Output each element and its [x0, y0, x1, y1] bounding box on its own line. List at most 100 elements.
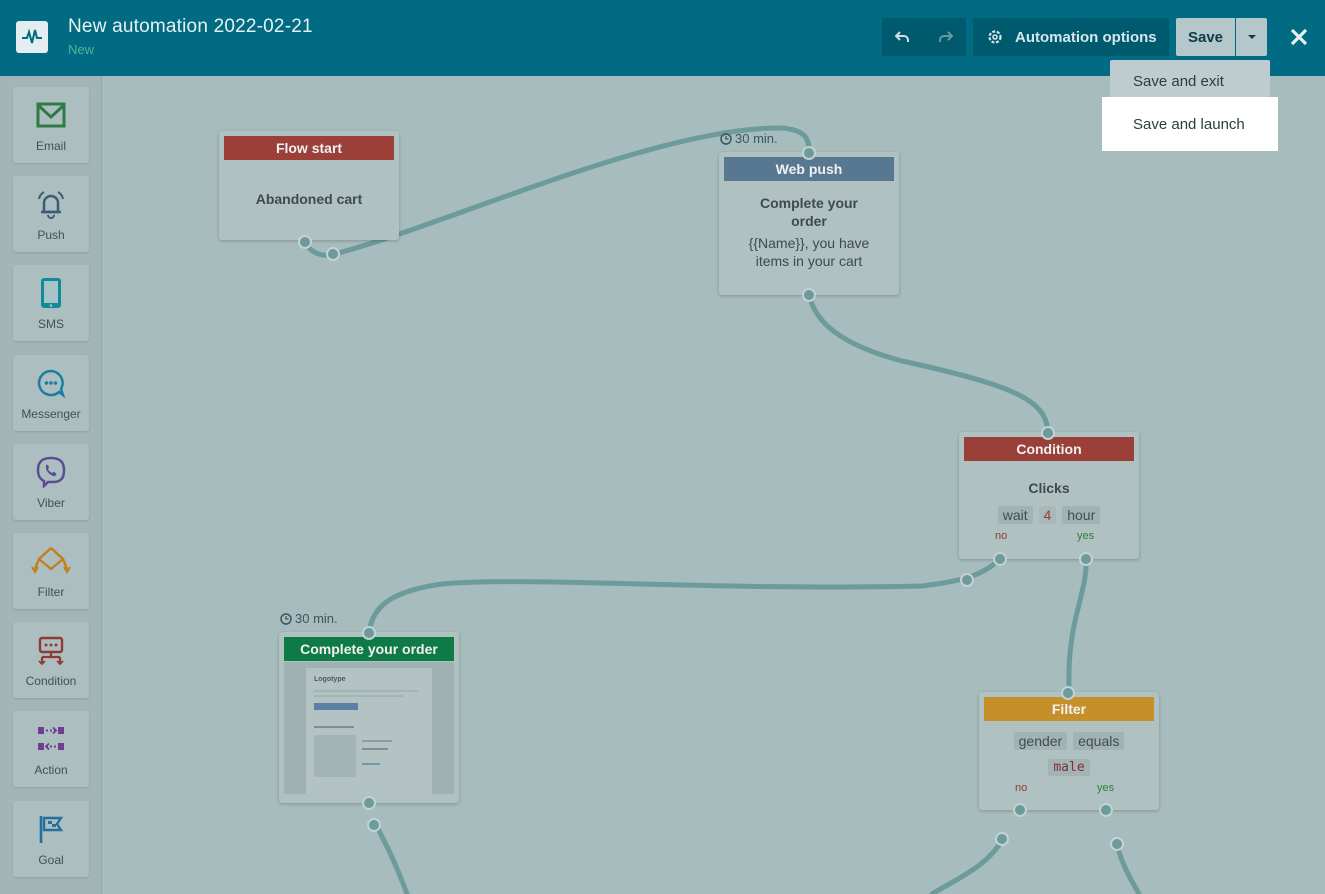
- caret-down-icon: [1247, 35, 1256, 39]
- save-and-exit-item[interactable]: Save and exit: [1110, 62, 1270, 100]
- condition-icon: [13, 632, 89, 668]
- save-dropdown-menu: Save and exit Save and launch: [1102, 60, 1278, 151]
- output-port[interactable]: [802, 288, 816, 302]
- connection-handle[interactable]: [1110, 837, 1124, 851]
- delay-text: 30 min.: [295, 611, 338, 626]
- close-icon: [1290, 28, 1308, 46]
- node-palette: Email Push SMS Messenger Viber Filter Co…: [0, 76, 102, 894]
- palette-item-filter[interactable]: Filter: [13, 533, 89, 609]
- palette-item-sms[interactable]: SMS: [13, 265, 89, 341]
- web-push-node[interactable]: Web push Complete your order {{Name}}, y…: [719, 152, 899, 295]
- wait-amount[interactable]: 4: [1038, 506, 1057, 524]
- bell-icon: [13, 186, 89, 222]
- node-header: Condition: [964, 437, 1134, 461]
- envelope-icon: [13, 97, 89, 133]
- email-node[interactable]: Complete your order Logotype: [279, 632, 459, 803]
- palette-item-label: Action: [34, 763, 68, 777]
- save-and-launch-item[interactable]: Save and launch: [1102, 97, 1278, 151]
- redo-button[interactable]: [924, 18, 966, 56]
- node-header: Filter: [984, 697, 1154, 721]
- palette-item-push[interactable]: Push: [13, 176, 89, 252]
- preview-link: [362, 763, 380, 765]
- input-port[interactable]: [1041, 426, 1055, 440]
- gear-icon: [988, 30, 1002, 44]
- undo-button[interactable]: [882, 18, 924, 56]
- connection-line: [806, 292, 1051, 436]
- push-text: {{Name}}, you have items in your cart: [748, 235, 870, 269]
- delay-timer[interactable]: 30 min.: [720, 131, 778, 146]
- input-port[interactable]: [1061, 686, 1075, 700]
- branch-no-label: no: [995, 530, 1008, 542]
- branch-no-label: no: [1015, 782, 1028, 794]
- push-title: Complete your order: [759, 195, 858, 229]
- connection-handle[interactable]: [960, 573, 974, 587]
- input-port[interactable]: [362, 626, 376, 640]
- palette-item-label: Goal: [38, 853, 64, 867]
- delay-text: 30 min.: [735, 131, 778, 146]
- palette-item-label: Email: [35, 139, 66, 153]
- flow-start-node[interactable]: Flow start Abandoned cart: [219, 131, 399, 240]
- output-port-yes[interactable]: [1079, 552, 1093, 566]
- connection-line: [1066, 556, 1089, 695]
- filter-operator[interactable]: equals: [1073, 732, 1125, 750]
- palette-item-messenger[interactable]: Messenger: [13, 355, 89, 431]
- viber-icon: [13, 454, 89, 490]
- node-header: Flow start: [224, 136, 394, 160]
- pulse-icon: [16, 21, 48, 53]
- automation-options-label: Automation options: [1015, 28, 1157, 46]
- palette-item-label: Push: [37, 228, 65, 242]
- condition-wait-row: wait 4 hour: [959, 506, 1139, 524]
- preview-text-line: [362, 748, 388, 750]
- output-port-no[interactable]: [1013, 803, 1027, 817]
- email-preview: Logotype: [284, 662, 454, 794]
- connection-handle[interactable]: [995, 832, 1009, 846]
- connection-line: [929, 836, 1006, 894]
- wait-unit[interactable]: hour: [1062, 506, 1101, 524]
- chat-icon: [13, 365, 89, 401]
- email-preview-paper: Logotype: [306, 668, 432, 794]
- connection-line: [1114, 841, 1142, 894]
- preview-product-image: [314, 735, 356, 777]
- save-button[interactable]: Save: [1176, 18, 1235, 56]
- history-buttons: [882, 18, 966, 56]
- filter-field[interactable]: gender: [1013, 732, 1068, 750]
- save-dropdown-toggle[interactable]: [1236, 18, 1267, 56]
- flag-icon: [13, 811, 89, 847]
- action-icon: [13, 721, 89, 757]
- connection-handle[interactable]: [367, 818, 381, 832]
- output-port-no[interactable]: [993, 552, 1007, 566]
- output-port[interactable]: [362, 796, 376, 810]
- connection-line: [371, 818, 410, 894]
- preview-text-line: [314, 695, 404, 697]
- delay-timer[interactable]: 30 min.: [280, 611, 338, 626]
- connection-handle[interactable]: [326, 247, 340, 261]
- palette-item-condition[interactable]: Condition: [13, 622, 89, 698]
- palette-item-action[interactable]: Action: [13, 711, 89, 787]
- automation-options-button[interactable]: Automation options: [973, 18, 1169, 56]
- close-button[interactable]: [1287, 25, 1311, 49]
- palette-item-label: Filter: [37, 585, 65, 599]
- filter-node[interactable]: Filter gender equals male no yes: [979, 692, 1159, 810]
- output-port[interactable]: [298, 235, 312, 249]
- status-label: New: [68, 42, 95, 57]
- undo-icon: [895, 31, 909, 42]
- filter-value[interactable]: male: [1048, 759, 1090, 776]
- connection-line: [366, 556, 1003, 636]
- input-port[interactable]: [802, 146, 816, 160]
- palette-item-viber[interactable]: Viber: [13, 444, 89, 520]
- palette-item-label: Messenger: [21, 407, 81, 421]
- palette-item-goal[interactable]: Goal: [13, 801, 89, 877]
- condition-node[interactable]: Condition Clicks wait 4 hour no yes: [959, 432, 1139, 559]
- trigger-name: Abandoned cart: [255, 191, 363, 207]
- palette-item-email[interactable]: Email: [13, 87, 89, 163]
- preview-cta-button: [314, 703, 358, 710]
- flow-canvas[interactable]: Flow start Abandoned cart 30 min. Web pu…: [102, 76, 1325, 894]
- wait-chip: wait: [997, 506, 1033, 524]
- node-header: Complete your order: [284, 637, 454, 661]
- output-port-yes[interactable]: [1099, 803, 1113, 817]
- preview-text-line: [314, 690, 418, 692]
- branch-yes-label: yes: [1097, 782, 1115, 794]
- palette-item-label: Viber: [37, 496, 65, 510]
- automation-title[interactable]: New automation 2022-02-21: [68, 16, 313, 38]
- filter-value-row: male: [979, 758, 1159, 776]
